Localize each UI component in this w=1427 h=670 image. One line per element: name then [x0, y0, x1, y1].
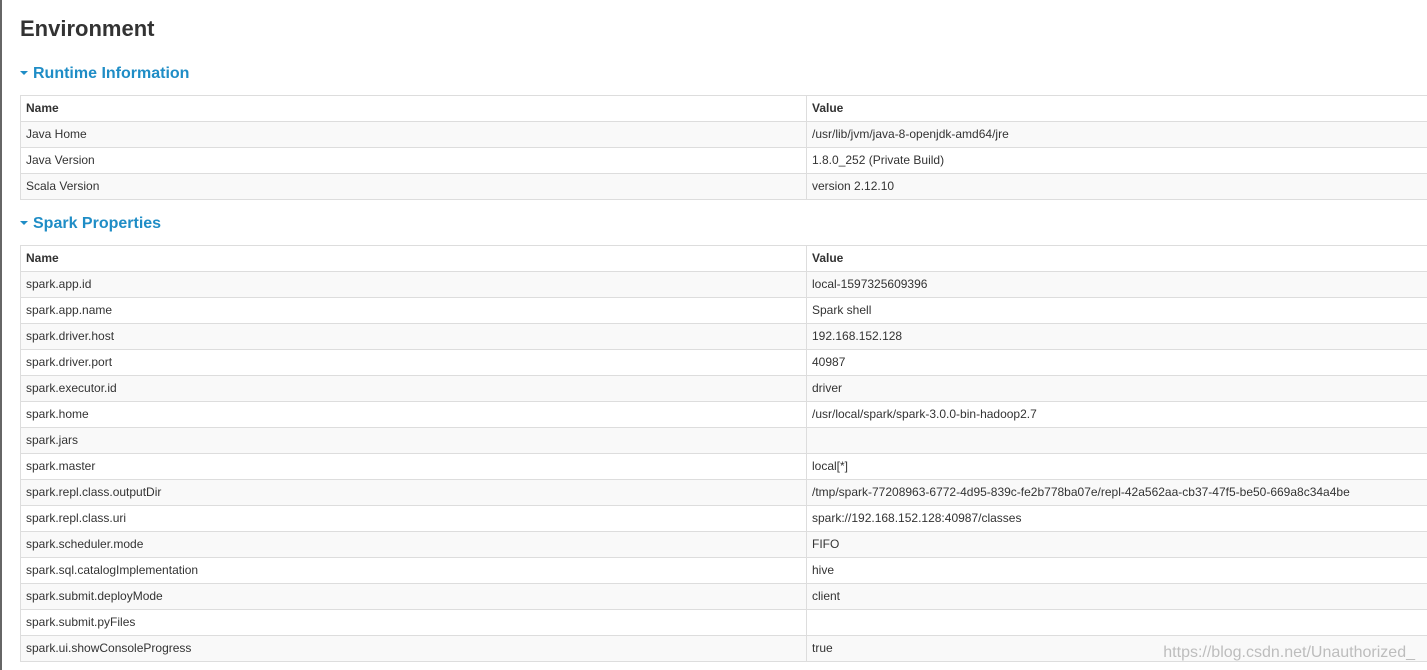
table-row: spark.app.id local-1597325609396	[20, 271, 1427, 298]
watermark-text: https://blog.csdn.net/Unauthorized_	[1163, 644, 1415, 661]
property-name-cell: spark.ui.showConsoleProgress	[20, 635, 807, 662]
property-value-cell: 1.8.0_252 (Private Build)	[806, 147, 1427, 174]
spark-properties-title: Spark Properties	[33, 215, 162, 232]
property-value-cell: 40987	[806, 349, 1427, 376]
property-name-cell: spark.submit.deployMode	[20, 583, 807, 610]
spark-properties-table: Name Value spark.app.id local-15973256093…	[20, 245, 1427, 662]
value-column-header[interactable]: Value	[806, 245, 1427, 272]
property-name-cell: spark.scheduler.mode	[20, 531, 807, 558]
property-name-cell: spark.app.name	[20, 297, 807, 324]
collapse-arrow-icon	[20, 220, 28, 225]
property-name-cell: spark.submit.pyFiles	[20, 609, 807, 636]
window-left-border	[0, 0, 2, 670]
table-row: spark.scheduler.mode FIFO	[20, 531, 1427, 558]
table-row: Scala Version version 2.12.10	[20, 173, 1427, 200]
property-value-cell: version 2.12.10	[806, 173, 1427, 200]
property-name-cell: spark.driver.port	[20, 349, 807, 376]
table-row: spark.home/usr/local/spark/spark-3.0.0-b…	[20, 401, 1427, 428]
property-value-cell: /usr/lib/jvm/java-8-openjdk-amd64/jre	[806, 121, 1427, 148]
property-value-cell: FIFO	[806, 531, 1427, 558]
table-row: Java Home/usr/lib/jvm/java-8-openjdk-amd…	[20, 121, 1427, 148]
table-row: Java Version 1.8.0_252 (Private Build)	[20, 147, 1427, 174]
table-row: spark.app.name Spark shell	[20, 297, 1427, 324]
name-column-header[interactable]: Name	[20, 95, 807, 122]
property-value-cell: /tmp/spark-77208963-6772-4d95-839c-fe2b7…	[806, 479, 1427, 506]
table-row: spark.repl.class.outputDir/tmp/spark-772…	[20, 479, 1427, 506]
property-value-cell: driver	[806, 375, 1427, 402]
table-row: spark.sql.catalogImplementation hive	[20, 557, 1427, 584]
property-value-cell: hive	[806, 557, 1427, 584]
property-value-cell: /usr/local/spark/spark-3.0.0-bin-hadoop2…	[806, 401, 1427, 428]
property-name-cell: spark.master	[20, 453, 807, 480]
page-title: Environment	[20, 16, 155, 41]
property-name-cell: spark.repl.class.uri	[20, 505, 807, 532]
property-name-cell: spark.repl.class.outputDir	[20, 479, 807, 506]
runtime-information-body: Java Home/usr/lib/jvm/java-8-openjdk-amd…	[20, 121, 1427, 200]
table-row: spark.driver.port 40987	[20, 349, 1427, 376]
property-name-cell: Scala Version	[20, 173, 807, 200]
runtime-information-toggle[interactable]: Runtime Information	[20, 64, 189, 84]
property-value-cell: spark://192.168.152.128:40987/classes	[806, 505, 1427, 532]
property-value-cell: local-1597325609396	[806, 271, 1427, 298]
name-column-header[interactable]: Name	[20, 245, 807, 272]
table-row: spark.submit.pyFiles	[20, 609, 1427, 636]
property-name-cell: spark.executor.id	[20, 375, 807, 402]
table-row: spark.master local[*]	[20, 453, 1427, 480]
property-value-cell	[806, 609, 1427, 636]
property-value-cell: 192.168.152.128	[806, 323, 1427, 350]
spark-properties-body: spark.app.id local-1597325609396 spark.app…	[20, 271, 1427, 662]
collapse-arrow-icon	[20, 70, 28, 75]
property-value-cell: local[*]	[806, 453, 1427, 480]
property-name-cell: spark.sql.catalogImplementation	[20, 557, 807, 584]
table-header-row: Name Value	[20, 245, 1427, 272]
value-column-header[interactable]: Value	[806, 95, 1427, 122]
runtime-information-table: Name Value Java Home/usr/lib/jvm/java-8-…	[20, 95, 1427, 200]
table-row: spark.submit.deployMode client	[20, 583, 1427, 610]
table-header-row: Name Value	[20, 95, 1427, 122]
property-value-cell: Spark shell	[806, 297, 1427, 324]
property-name-cell: spark.driver.host	[20, 323, 807, 350]
property-name-cell: Java Home	[20, 121, 807, 148]
property-name-cell: spark.home	[20, 401, 807, 428]
property-value-cell: client	[806, 583, 1427, 610]
spark-properties-toggle[interactable]: Spark Properties	[20, 214, 161, 234]
table-row: spark.executor.id driver	[20, 375, 1427, 402]
property-name-cell: spark.app.id	[20, 271, 807, 298]
property-name-cell: Java Version	[20, 147, 807, 174]
property-name-cell: spark.jars	[20, 427, 807, 454]
table-row: spark.driver.host 192.168.152.128	[20, 323, 1427, 350]
property-value-cell	[806, 427, 1427, 454]
table-row: spark.jars	[20, 427, 1427, 454]
table-row: spark.repl.class.uri spark://192.168.152.…	[20, 505, 1427, 532]
runtime-information-title: Runtime Information	[33, 65, 190, 82]
